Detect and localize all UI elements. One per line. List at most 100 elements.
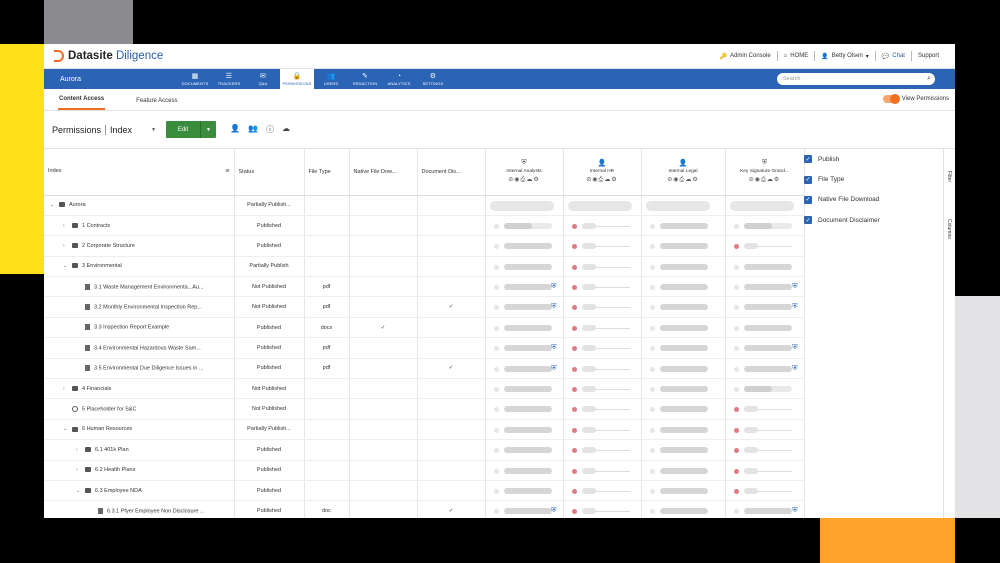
user-menu[interactable]: 👤 Betty Olsen ▾: [815, 53, 875, 60]
permission-cell[interactable]: ⛨: [485, 337, 564, 359]
native-download-cell[interactable]: [349, 337, 418, 359]
permission-dot[interactable]: [571, 387, 577, 393]
disclaimer-cell[interactable]: [417, 480, 486, 502]
permission-dot[interactable]: [733, 325, 739, 331]
nav-documents[interactable]: ▦ DOCUMENTS: [178, 69, 212, 89]
permission-dot[interactable]: [733, 427, 739, 433]
tab-feature-access[interactable]: Feature Access: [135, 98, 178, 110]
columns-tab[interactable]: Columns: [946, 219, 952, 239]
native-download-cell[interactable]: [349, 500, 418, 518]
permission-level-bar[interactable]: [503, 284, 552, 291]
permission-dot[interactable]: [733, 509, 739, 515]
table-row[interactable]: 3.3 Inspection Report Example Published do…: [44, 317, 805, 339]
permission-cell[interactable]: [563, 460, 642, 481]
permission-level-bar[interactable]: [581, 447, 630, 454]
index-cell[interactable]: 3.1 Waste Management Environmenta...Au..…: [44, 276, 235, 298]
permission-level-bar[interactable]: [729, 200, 794, 211]
permission-dot[interactable]: [571, 488, 577, 494]
permission-level-bar[interactable]: [503, 447, 552, 454]
permission-cell[interactable]: [485, 215, 564, 237]
permission-dot[interactable]: [733, 407, 739, 413]
permission-dot[interactable]: [649, 325, 655, 331]
permission-cell[interactable]: [725, 398, 805, 420]
permission-dot[interactable]: [571, 468, 577, 474]
col-header-group-1[interactable]: 👤 Internal HR ⊘◉⎙☁⚙: [563, 149, 642, 196]
table-row[interactable]: 3.5 Environmental Due Diligence Issues i…: [44, 358, 805, 380]
permission-dot[interactable]: [733, 346, 739, 352]
disclaimer-cell[interactable]: ✓: [417, 358, 486, 380]
native-download-cell[interactable]: [349, 398, 418, 420]
expand-toggle-icon[interactable]: ›: [63, 243, 72, 249]
permission-level-bar[interactable]: [581, 406, 630, 413]
permission-level-bar[interactable]: [503, 222, 552, 229]
index-cell[interactable]: 5 Placeholder for S&C: [44, 398, 235, 420]
native-download-cell[interactable]: [349, 215, 418, 237]
table-row[interactable]: ⌄ 3 Environmental Partially Publish: [44, 256, 805, 278]
permission-level-bar[interactable]: [743, 304, 792, 311]
disclaimer-cell[interactable]: [417, 215, 486, 237]
nav-analytics[interactable]: ◔ ANALYTICS: [382, 69, 416, 89]
permission-cell[interactable]: [563, 337, 642, 359]
permission-cell[interactable]: ⛨: [725, 500, 805, 518]
permission-dot[interactable]: [733, 264, 739, 270]
index-cell[interactable]: ⌄ 3 Environmental: [44, 256, 235, 278]
permission-level-bar[interactable]: [743, 386, 792, 393]
permission-level-bar[interactable]: [659, 447, 708, 454]
permission-cell[interactable]: [563, 215, 642, 237]
index-cell[interactable]: › 6.2 Health Plans: [44, 460, 235, 481]
table-row[interactable]: 6.3.1 Pfyer Employee Non Disclosure ... P…: [44, 500, 805, 518]
permission-dot[interactable]: [649, 509, 655, 515]
permission-dot[interactable]: [649, 305, 655, 311]
permission-cell[interactable]: [641, 500, 726, 518]
search-input[interactable]: Search ⌕: [777, 73, 935, 85]
expand-toggle-icon[interactable]: ⌄: [50, 202, 59, 208]
permission-level-bar[interactable]: [743, 467, 792, 474]
col-header-group-0[interactable]: ⛨ Internal Analysts ⊘◉⎙☁⚙: [485, 149, 564, 196]
index-cell[interactable]: 3.4 Environmental Hazardous Waste Sam...: [44, 337, 235, 359]
permission-dot[interactable]: [649, 244, 655, 250]
permission-dot[interactable]: [649, 264, 655, 270]
permission-dot[interactable]: [493, 407, 499, 413]
permission-level-bar[interactable]: [659, 243, 708, 250]
permission-dot[interactable]: [649, 285, 655, 291]
table-row[interactable]: ⌄ 6 Human Resources Partially Publish...: [44, 419, 805, 441]
permission-level-bar[interactable]: [581, 284, 630, 291]
permission-dot[interactable]: [493, 509, 499, 515]
info-icon[interactable]: ⓘ: [266, 124, 274, 135]
permission-dot[interactable]: [493, 244, 499, 250]
permission-level-bar[interactable]: [503, 365, 552, 372]
permission-dot[interactable]: [649, 223, 655, 229]
permission-cell[interactable]: [485, 460, 564, 481]
index-cell[interactable]: ⌄ 6.3 Employee NDA: [44, 480, 235, 502]
permission-level-bar[interactable]: [743, 284, 792, 291]
permission-level-bar[interactable]: [581, 508, 630, 515]
permission-dot[interactable]: [649, 366, 655, 372]
permission-cell[interactable]: [725, 195, 805, 216]
permission-dot[interactable]: [733, 468, 739, 474]
permission-cell[interactable]: [563, 235, 642, 257]
permission-cell[interactable]: [485, 419, 564, 441]
checkbox-checked-icon[interactable]: ✓: [804, 155, 812, 164]
add-user-icon[interactable]: 👤: [230, 124, 240, 135]
col-header-index[interactable]: Index ≡: [44, 149, 235, 196]
permission-level-bar[interactable]: [743, 406, 792, 413]
permission-level-bar[interactable]: [743, 222, 792, 229]
permission-dot[interactable]: [571, 346, 577, 352]
table-row[interactable]: 5 Placeholder for S&C Not Published: [44, 398, 805, 420]
edit-dropdown-icon[interactable]: ▼: [200, 121, 216, 138]
disclaimer-cell[interactable]: [417, 276, 486, 298]
permission-cell[interactable]: [641, 378, 726, 400]
permission-cell[interactable]: ⛨: [725, 296, 805, 318]
native-download-cell[interactable]: [349, 460, 418, 481]
permission-dot[interactable]: [733, 223, 739, 229]
native-download-cell[interactable]: [349, 296, 418, 318]
chat-link[interactable]: 💬 Chat: [876, 53, 911, 60]
nav-qa[interactable]: ✉ Q&A: [246, 69, 280, 89]
permission-level-bar[interactable]: [743, 365, 792, 372]
expand-toggle-icon[interactable]: ›: [63, 386, 72, 392]
permission-level-bar[interactable]: [503, 487, 552, 494]
index-cell[interactable]: › 6.1 401k Plan: [44, 439, 235, 461]
index-cell[interactable]: › 1 Contracts: [44, 215, 235, 237]
permission-cell[interactable]: ⛨: [485, 358, 564, 380]
permission-cell[interactable]: [725, 235, 805, 257]
